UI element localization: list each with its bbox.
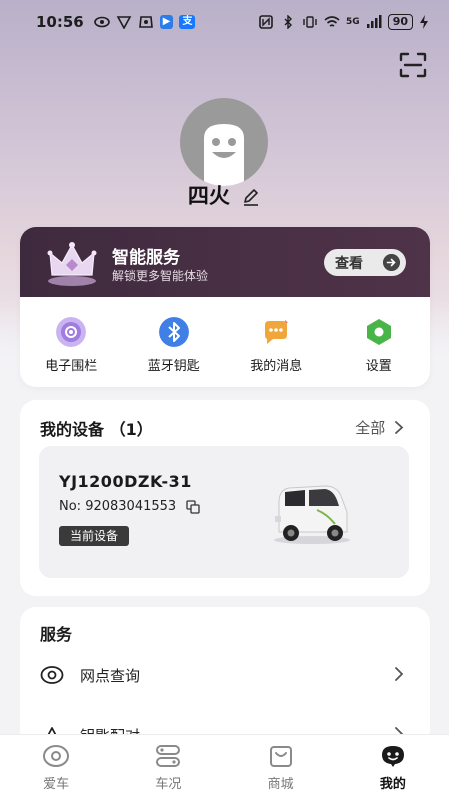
device-tile[interactable]: YJ1200DZK-31 No: 92083041553 当前设备 <box>39 446 409 578</box>
quick-action-bluetooth-key[interactable]: 蓝牙钥匙 <box>123 317 226 387</box>
tab-label: 车况 <box>155 777 182 792</box>
geofence-icon <box>56 317 87 347</box>
view-smart-service-button[interactable]: 查看 <box>324 249 406 276</box>
device-number: No: 92083041553 <box>59 499 177 514</box>
nfc-icon <box>259 15 273 29</box>
scan-button[interactable] <box>399 52 427 78</box>
location-icon <box>40 666 64 684</box>
quick-action-label: 蓝牙钥匙 <box>147 359 200 374</box>
services-title: 服务 <box>40 625 73 644</box>
service-row-outlet-search[interactable]: 网点查询 <box>20 655 430 695</box>
battery-level: 90 <box>387 14 413 30</box>
smart-service-title: 智能服务 <box>112 248 180 268</box>
bluetooth-status-icon <box>284 15 293 29</box>
network-type: 5G <box>346 17 360 27</box>
view-all-label: 全部 <box>355 419 386 437</box>
quick-action-settings[interactable]: 设置 <box>328 317 431 387</box>
signal-icon <box>366 15 382 28</box>
username: 四火 <box>187 184 230 208</box>
eye-status-icon <box>93 16 110 28</box>
quick-action-geofence[interactable]: 电子围栏 <box>20 317 123 387</box>
smart-service-card: 智能服务 解锁更多智能体验 查看 电子围栏 蓝牙钥匙 我的消息 设置 <box>20 227 430 387</box>
view-all-devices-link[interactable]: 全部 <box>355 417 404 438</box>
tab-label: 商城 <box>267 777 294 792</box>
smart-service-banner[interactable]: 智能服务 解锁更多智能体验 查看 <box>20 227 430 297</box>
quick-action-label: 电子围栏 <box>45 359 98 374</box>
smart-service-subtitle: 解锁更多智能体验 <box>112 269 209 283</box>
status-notification-icons: ▶ 支 <box>93 15 196 29</box>
bottom-tab-bar: 爱车 车况 商城 我的 <box>0 734 449 800</box>
arrow-right-icon <box>383 254 400 271</box>
alipay-status-icon: 支 <box>179 15 196 29</box>
quick-action-messages[interactable]: 我的消息 <box>225 317 328 387</box>
car-icon <box>43 745 70 767</box>
smiley-avatar-icon <box>204 124 244 186</box>
tab-car[interactable]: 爱车 <box>0 735 112 800</box>
avatar[interactable] <box>180 98 268 186</box>
profile-icon <box>381 746 404 767</box>
message-icon <box>265 317 292 344</box>
my-devices-title: 我的设备 （1） <box>40 420 153 439</box>
vehicle-image <box>274 485 350 544</box>
quick-action-label: 我的消息 <box>250 359 303 374</box>
device-model: YJ1200DZK-31 <box>59 472 192 491</box>
app-status-icon <box>138 16 153 28</box>
status-system-icons: 5G 90 <box>258 14 429 30</box>
username-row: 四火 <box>0 180 449 210</box>
shop-icon <box>269 746 292 767</box>
my-devices-card: 我的设备 （1） 全部 YJ1200DZK-31 No: 92083041553… <box>20 400 430 596</box>
current-device-badge: 当前设备 <box>59 526 130 546</box>
view-button-label: 查看 <box>335 255 363 272</box>
charging-icon <box>420 15 428 29</box>
wifi-icon <box>324 16 340 27</box>
copy-icon[interactable] <box>186 500 200 514</box>
service-label: 网点查询 <box>80 667 141 685</box>
status-time: 10:56 <box>36 13 84 31</box>
status-bar: 10:56 ▶ 支 5G 90 <box>0 0 449 44</box>
tab-profile[interactable]: 我的 <box>337 735 449 800</box>
quick-actions-row: 电子围栏 蓝牙钥匙 我的消息 设置 <box>20 297 430 387</box>
edit-name-icon[interactable] <box>241 187 261 207</box>
nav-status-icon: ▶ <box>159 15 174 29</box>
quick-action-label: 设置 <box>365 359 392 374</box>
vehicle-status-icon <box>156 745 181 767</box>
chevron-right-icon <box>395 421 404 434</box>
tab-label: 爱车 <box>43 777 70 792</box>
tab-label: 我的 <box>379 777 406 792</box>
crown-icon <box>47 242 97 286</box>
vibrate-icon <box>303 16 317 28</box>
bluetooth-icon <box>158 317 189 347</box>
settings-icon <box>366 319 391 345</box>
shield-status-icon <box>116 16 132 29</box>
services-card: 服务 网点查询 钥匙配对 <box>20 607 430 747</box>
tab-shop[interactable]: 商城 <box>225 735 337 800</box>
tab-vehicle-status[interactable]: 车况 <box>112 735 224 800</box>
chevron-right-icon <box>395 667 404 681</box>
